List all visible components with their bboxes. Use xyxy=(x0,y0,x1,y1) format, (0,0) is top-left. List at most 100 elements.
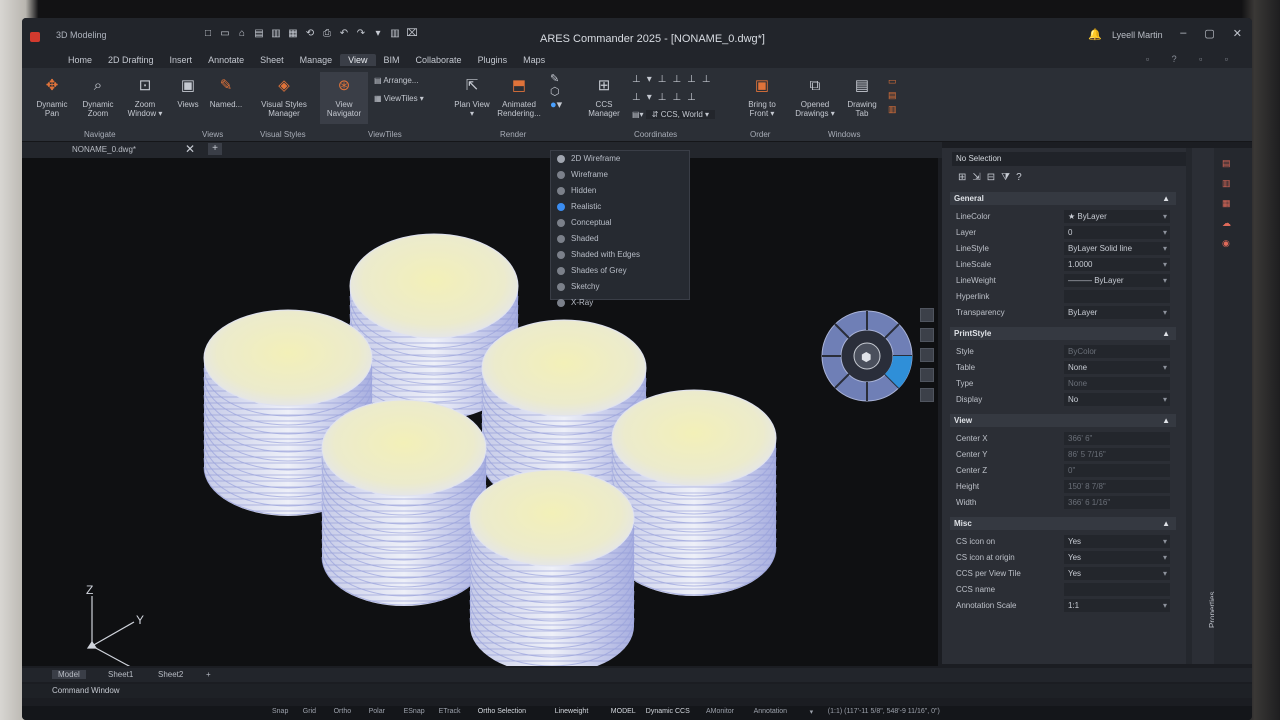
ribbon-options-icons[interactable]: ▫ ? ▫ ▫ xyxy=(1146,54,1238,64)
property-value[interactable]: ★ ByLayer ▾ xyxy=(1064,210,1170,223)
selection-dropdown[interactable]: No Selection xyxy=(952,152,1188,166)
render-tools-icons[interactable]: ✎ ⬡ ●▾ xyxy=(550,72,562,111)
named-views-button[interactable]: ✎ Named... xyxy=(204,76,248,109)
palette-icon-2[interactable]: ▥ xyxy=(1222,178,1234,188)
visual-style-shaded[interactable]: Shaded xyxy=(557,231,687,247)
visual-style-header[interactable]: 2D Wireframe xyxy=(557,151,687,167)
menu-tab-view[interactable]: View xyxy=(340,54,376,66)
status-toggle[interactable]: Polar xyxy=(369,708,385,715)
qat-icon[interactable]: ⌧ xyxy=(406,28,418,40)
palette-icon-5[interactable]: ◉ xyxy=(1222,238,1234,248)
status-toggle[interactable]: MODEL xyxy=(611,708,636,715)
ccs-manager-button[interactable]: ⊞ CCS Manager xyxy=(584,76,624,118)
views-button[interactable]: ▣ Views xyxy=(170,76,206,109)
palette-icon-4[interactable]: ☁ xyxy=(1222,218,1234,228)
qat-icon[interactable]: ▭ xyxy=(219,28,231,40)
qat-icon[interactable]: ▥ xyxy=(270,28,282,40)
new-document-button[interactable]: + xyxy=(208,143,222,155)
property-value[interactable]: 0 ▾ xyxy=(1064,226,1170,239)
user-account[interactable]: Lyeell Martin xyxy=(1112,30,1163,40)
visual-style-sketchy[interactable]: Sketchy xyxy=(557,279,687,295)
property-value[interactable]: ByLayer Solid line ▾ xyxy=(1064,242,1170,255)
status-toggle[interactable]: Ortho xyxy=(334,708,352,715)
drawing-viewport[interactable]: Z Y X ⬢ xyxy=(22,158,938,666)
menu-tab-2d-drafting[interactable]: 2D Drafting xyxy=(100,54,162,66)
property-value[interactable]: Yes ▾ xyxy=(1064,567,1170,580)
dynamic-zoom-button[interactable]: ⌕ Dynamic Zoom xyxy=(76,76,120,118)
plan-view-button[interactable]: ⇱ Plan View ▾ xyxy=(452,76,492,118)
qat-icon[interactable]: ↶ xyxy=(338,28,350,40)
property-value[interactable] xyxy=(1064,290,1170,303)
menu-tab-maps[interactable]: Maps xyxy=(515,54,553,66)
viewtiles-dropdown[interactable]: ▦ ViewTiles ▾ xyxy=(374,94,424,103)
animated-rendering-button[interactable]: ⬒ Animated Rendering... xyxy=(492,76,546,118)
property-value[interactable]: No ▾ xyxy=(1064,393,1170,406)
properties-scrollbar[interactable] xyxy=(1186,148,1192,664)
property-value[interactable]: None ▾ xyxy=(1064,361,1170,374)
select-objects-icon[interactable]: ⊞ xyxy=(958,172,966,183)
nav-tool-orbit[interactable] xyxy=(920,348,934,362)
visual-style-shades-of-grey[interactable]: Shades of Grey xyxy=(557,263,687,279)
menu-tab-bim[interactable]: BIM xyxy=(376,54,408,66)
add-sheet-button[interactable]: + xyxy=(200,670,217,679)
property-value[interactable]: ——— ByLayer ▾ xyxy=(1064,274,1170,287)
qat-icon[interactable]: ▥ xyxy=(389,28,401,40)
property-value[interactable]: 1:1 ▾ xyxy=(1064,599,1170,612)
zoom-window-button[interactable]: ⊡ Zoom Window ▾ xyxy=(122,76,168,118)
menu-tab-home[interactable]: Home xyxy=(60,54,100,66)
visual-style-conceptual[interactable]: Conceptual xyxy=(557,215,687,231)
sheet-tab-sheet2[interactable]: Sheet2 xyxy=(152,670,189,679)
viewtiles-arrange-button[interactable]: ▤ Arrange... xyxy=(374,76,418,85)
visual-style-wireframe[interactable]: Wireframe xyxy=(557,167,687,183)
qat-icon[interactable]: □ xyxy=(202,28,214,40)
minimize-button[interactable]: – xyxy=(1180,27,1186,40)
toggle-pickadd-icon[interactable]: ⊟ xyxy=(987,172,995,183)
property-value[interactable]: ByLayer ▾ xyxy=(1064,306,1170,319)
sheet-tab-sheet1[interactable]: Sheet1 xyxy=(102,670,139,679)
status-toggle[interactable]: Snap xyxy=(272,708,288,715)
visual-style-shaded-with-edges[interactable]: Shaded with Edges xyxy=(557,247,687,263)
status-toggle[interactable]: Annotation xyxy=(754,708,787,715)
status-toggle[interactable]: Lineweight xyxy=(555,708,588,715)
qat-icon[interactable]: ⟲ xyxy=(304,28,316,40)
section-misc[interactable]: Misc ▲ xyxy=(950,517,1176,530)
menu-tab-annotate[interactable]: Annotate xyxy=(200,54,252,66)
status-toggle[interactable]: Ortho Selection xyxy=(478,708,526,715)
ccs-world-dropdown[interactable]: ⇵ CCS, World ▾ xyxy=(645,110,716,119)
visual-styles-manager-button[interactable]: ◈ Visual Styles Manager xyxy=(254,76,314,118)
qat-icon[interactable]: ⌂ xyxy=(236,28,248,40)
section-general[interactable]: General ▲ xyxy=(950,192,1176,205)
qat-icon[interactable]: ↷ xyxy=(355,28,367,40)
filter-icon[interactable]: ⧩ xyxy=(1001,172,1010,183)
menu-tab-manage[interactable]: Manage xyxy=(292,54,341,66)
close-window-button[interactable]: ✕ xyxy=(1233,27,1242,40)
visual-style-x-ray[interactable]: X-Ray xyxy=(557,295,687,311)
help-icon[interactable]: ? xyxy=(1016,172,1022,183)
menu-tab-plugins[interactable]: Plugins xyxy=(470,54,516,66)
nav-tool-rewind[interactable] xyxy=(920,368,934,382)
nav-tool-center[interactable] xyxy=(920,388,934,402)
nav-tool-zoom[interactable] xyxy=(920,328,934,342)
qat-icon[interactable]: ▾ xyxy=(372,28,384,40)
menu-tab-collaborate[interactable]: Collaborate xyxy=(408,54,470,66)
property-value[interactable]: Yes ▾ xyxy=(1064,535,1170,548)
property-value[interactable]: Yes ▾ xyxy=(1064,551,1170,564)
view-navigator-button[interactable]: ⊛ View Navigator xyxy=(320,72,368,124)
ccs-tools-row-1[interactable]: ⊥▾⊥⊥⊥⊥ xyxy=(632,74,717,85)
menu-tab-insert[interactable]: Insert xyxy=(162,54,201,66)
bring-to-front-button[interactable]: ▣ Bring to Front ▾ xyxy=(740,76,784,118)
status-toggle[interactable]: AMonitor xyxy=(706,708,734,715)
status-toggle[interactable]: (1:1) (117'-11 5/8", 548'-9 11/16", 0") xyxy=(828,708,940,715)
visual-style-hidden[interactable]: Hidden xyxy=(557,183,687,199)
quick-select-icon[interactable]: ⇲ xyxy=(972,172,980,183)
qat-icon[interactable]: ▤ xyxy=(253,28,265,40)
menu-tab-sheet[interactable]: Sheet xyxy=(252,54,292,66)
palette-icon-3[interactable]: ▦ xyxy=(1222,198,1234,208)
ccs-tools-row-3[interactable]: ▤▾ ⇵ CCS, World ▾ xyxy=(632,110,716,119)
nav-tool-pan[interactable] xyxy=(920,308,934,322)
ccs-tools-row-2[interactable]: ⊥▾⊥⊥⊥ xyxy=(632,92,702,103)
section-printstyle[interactable]: PrintStyle ▲ xyxy=(950,327,1176,340)
palette-icon-1[interactable]: ▤ xyxy=(1222,158,1234,168)
sheet-tab-model[interactable]: Model xyxy=(52,670,86,679)
property-value[interactable]: 1.0000 ▾ xyxy=(1064,258,1170,271)
